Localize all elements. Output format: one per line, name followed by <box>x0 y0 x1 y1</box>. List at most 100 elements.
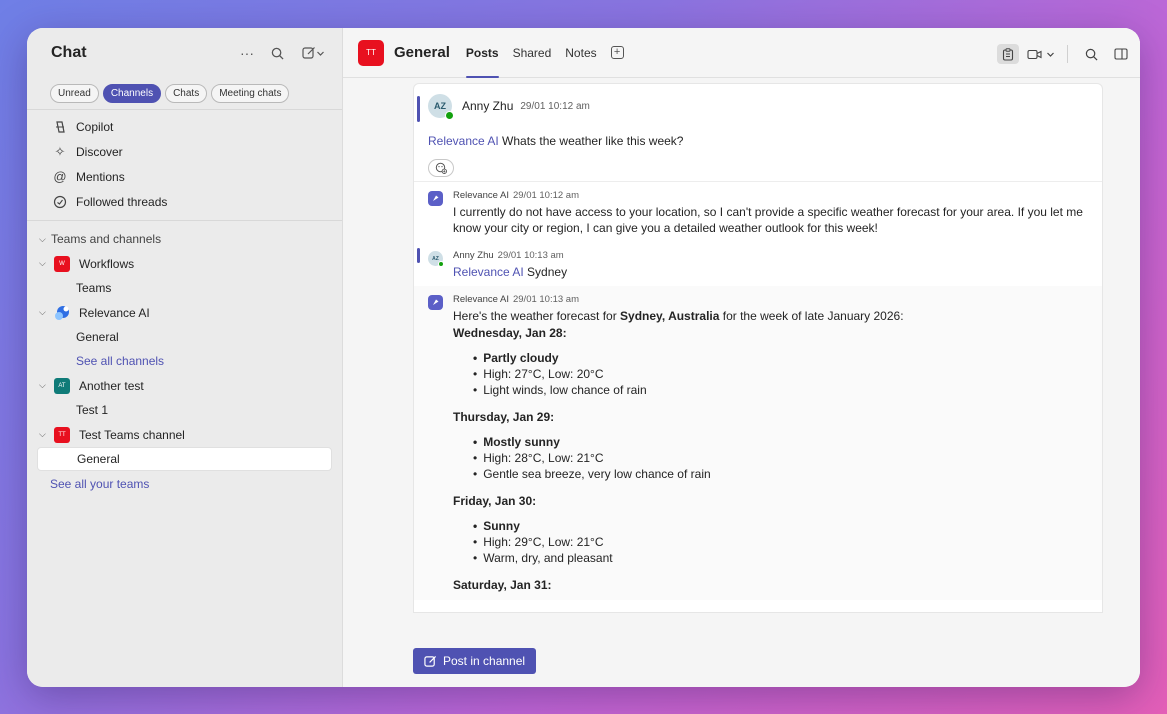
at-icon: @ <box>53 169 67 184</box>
channel-item[interactable]: Teams <box>27 276 342 300</box>
team-avatar: AT <box>54 377 70 394</box>
new-chat-icon[interactable] <box>298 44 328 62</box>
reply-author[interactable]: Relevance AI <box>453 294 509 305</box>
forecast-condition: Sunny <box>473 518 1088 534</box>
see-all-teams-link[interactable]: See all your teams <box>27 471 342 497</box>
reply-item: Relevance AI 29/01 10:13 am Here's the we… <box>414 286 1102 600</box>
unread-accent-bar <box>417 248 420 263</box>
filter-unread[interactable]: Unread <box>50 84 99 103</box>
nav-mentions[interactable]: @ Mentions <box>27 164 342 189</box>
team-name: Workflows <box>79 256 135 271</box>
sparkle-icon: ✧ <box>54 143 66 159</box>
reply-item: AZ Anny Zhu 29/01 10:13 am Relevance AI S… <box>414 242 1102 286</box>
forecast-note: Light winds, low chance of rain <box>473 382 1088 398</box>
avatar[interactable]: AZ <box>428 251 444 267</box>
teams-window: Chat ··· Unread Channels Chats Meeting c… <box>27 28 1140 687</box>
intro-text: Here's the weather forecast for <box>453 309 621 323</box>
search-icon[interactable] <box>1080 44 1102 64</box>
channel-header: TT General Posts Shared Notes + <box>343 28 1140 78</box>
team-name: Test Teams channel <box>79 427 185 442</box>
reply-text: I currently do not have access to your l… <box>453 205 1083 235</box>
post-time: 29/01 10:12 am <box>520 100 590 112</box>
channel-item[interactable]: Test 1 <box>27 398 342 422</box>
nav-copilot[interactable]: Copilot <box>27 114 342 139</box>
team-test-teams-channel[interactable]: ⌵ TT Test Teams channel <box>27 422 342 447</box>
forecast-intro: Here's the weather forecast for Sydney, … <box>453 308 1088 324</box>
forecast-day: Thursday, Jan 29: <box>453 410 555 424</box>
avatar[interactable]: AZ <box>428 94 454 120</box>
forecast-list: Sunny High: 29°C, Low: 21°C Warm, dry, a… <box>473 518 1088 566</box>
unread-accent-bar <box>417 96 420 122</box>
post-in-channel-label: Post in channel <box>443 654 526 668</box>
forecast-note: Warm, dry, and pleasant <box>473 550 1088 566</box>
mention-relevance-ai[interactable]: Relevance AI <box>428 134 499 148</box>
reply-time: 29/01 10:13 am <box>497 250 564 261</box>
post-text: Whats the weather like this week? <box>498 134 684 148</box>
sidebar-title: Chat <box>51 44 87 61</box>
reply-text: Sydney <box>523 265 568 279</box>
replies: Relevance AI 29/01 10:12 am I currently d… <box>414 181 1102 600</box>
reply-time: 29/01 10:13 am <box>512 294 580 305</box>
chevron-down-icon <box>1047 52 1054 57</box>
forecast-temp: High: 28°C, Low: 21°C <box>473 450 1088 466</box>
reply-item: Relevance AI 29/01 10:12 am I currently d… <box>414 182 1102 242</box>
add-tab-icon[interactable]: + <box>610 46 624 59</box>
channel-item[interactable]: General <box>27 325 342 349</box>
reply-time: 29/01 10:12 am <box>512 190 580 201</box>
forecast-day: Friday, Jan 30: <box>453 494 537 508</box>
side-panel-icon[interactable] <box>1110 44 1132 64</box>
video-call-icon[interactable] <box>1027 44 1055 64</box>
tab-posts[interactable]: Posts <box>465 28 499 78</box>
section-teams-and-channels[interactable]: ⌵ Teams and channels <box>27 227 342 251</box>
forecast-condition: Mostly sunny <box>473 434 1088 450</box>
chevron-down-icon <box>316 51 324 56</box>
clipboard-icon[interactable] <box>997 44 1019 64</box>
filter-channels[interactable]: Channels <box>102 84 162 103</box>
forecast-note: Gentle sea breeze, very low chance of ra… <box>473 466 1088 482</box>
filter-chats[interactable]: Chats <box>165 84 208 103</box>
tab-shared[interactable]: Shared <box>513 28 552 78</box>
channel-item-selected[interactable]: General <box>37 447 332 471</box>
team-workflows[interactable]: ⌵ W Workflows <box>27 251 342 276</box>
reply-author[interactable]: Anny Zhu <box>453 250 494 261</box>
presence-available-icon <box>438 261 444 267</box>
nav-followed-threads[interactable]: Followed threads <box>27 189 342 214</box>
post-in-channel-button[interactable]: Post in channel <box>413 648 537 674</box>
team-another-test[interactable]: ⌵ AT Another test <box>27 373 342 398</box>
sidebar-header: Chat ··· <box>27 28 342 78</box>
more-options-icon[interactable]: ··· <box>238 44 256 62</box>
intro-location: Sydney, Australia <box>620 309 720 323</box>
add-reaction-icon[interactable] <box>428 159 454 177</box>
compose-icon <box>424 655 437 667</box>
nav-discover[interactable]: ✧ Discover <box>27 139 342 164</box>
forecast-temp: High: 29°C, Low: 21°C <box>473 534 1088 550</box>
search-icon[interactable] <box>268 44 286 62</box>
sidebar: Chat ··· Unread Channels Chats Meeting c… <box>27 28 343 687</box>
copilot-icon <box>50 120 70 134</box>
team-avatar: TT <box>54 426 70 443</box>
chevron-down-icon: ⌵ <box>39 233 46 244</box>
reply-author[interactable]: Relevance AI <box>453 190 509 201</box>
filter-meeting-chats[interactable]: Meeting chats <box>211 84 290 103</box>
threads-icon <box>50 195 70 209</box>
relevance-ai-bot-icon <box>428 191 443 206</box>
message-thread: AZ Anny Zhu 29/01 10:12 am Relevance AI … <box>413 83 1103 613</box>
nav-label: Followed threads <box>76 194 168 209</box>
divider <box>1067 45 1068 63</box>
avatar-initials: AZ <box>434 101 446 111</box>
channel-title: General <box>394 44 450 61</box>
mention-relevance-ai[interactable]: Relevance AI <box>453 265 524 279</box>
see-all-channels-link[interactable]: See all channels <box>27 349 342 373</box>
tab-notes[interactable]: Notes <box>565 28 596 78</box>
presence-available-icon <box>445 111 454 120</box>
post-author[interactable]: Anny Zhu <box>462 99 513 113</box>
forecast-list: Partly cloudy High: 27°C, Low: 20°C Ligh… <box>473 350 1088 398</box>
post-body: Relevance AI Whats the weather like this… <box>414 128 1102 148</box>
team-relevance-ai[interactable]: ⌵ Relevance AI <box>27 300 342 325</box>
relevance-ai-logo-icon <box>54 305 70 321</box>
nav-label: Mentions <box>76 169 125 184</box>
chevron-down-icon: ⌵ <box>39 258 46 268</box>
nav-label: Copilot <box>76 119 114 134</box>
chevron-down-icon: ⌵ <box>39 429 46 439</box>
forecast-temp: High: 27°C, Low: 20°C <box>473 366 1088 382</box>
